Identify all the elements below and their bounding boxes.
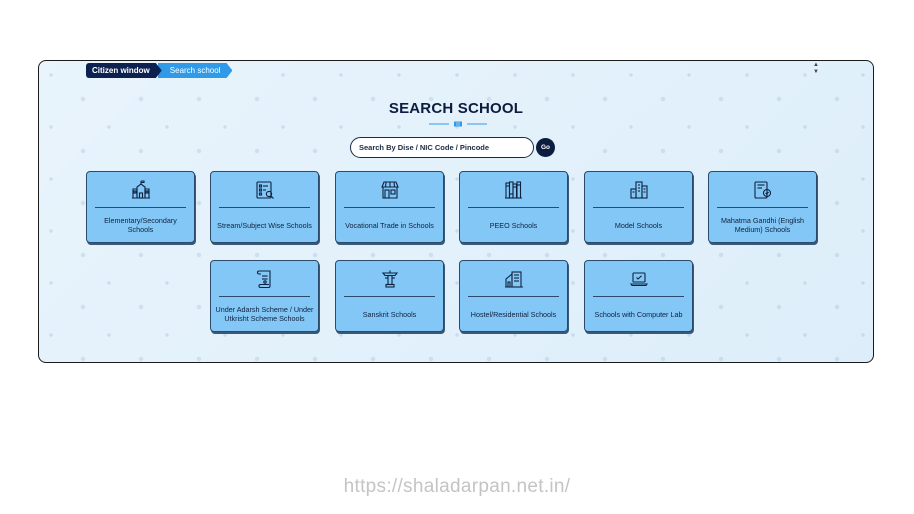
- card-divider: [468, 207, 559, 208]
- list-search-icon: [211, 180, 318, 200]
- scroll-control[interactable]: ▲ ▼: [813, 62, 819, 76]
- card-label: Vocational Trade in Schools: [345, 220, 434, 230]
- shop-icon: [336, 180, 443, 200]
- card-label: Mahatma Gandhi (English Medium) Schools: [720, 216, 805, 234]
- scroll-down-icon[interactable]: ▼: [813, 69, 819, 76]
- card-divider: [468, 296, 559, 297]
- card-divider: [344, 207, 435, 208]
- card-label: Schools with Computer Lab: [594, 309, 683, 319]
- card-label: Under Adarsh Scheme / Under Utkrisht Sch…: [215, 305, 314, 323]
- card-peeo-schools[interactable]: PEEO Schools: [459, 171, 568, 243]
- card-stream-subject-wise-schools[interactable]: Stream/Subject Wise Schools: [210, 171, 319, 243]
- card-vocational-trade-schools[interactable]: Vocational Trade in Schools: [335, 171, 444, 243]
- card-label: PEEO Schools: [489, 220, 538, 230]
- search-input[interactable]: [350, 137, 534, 158]
- card-elementary-secondary-schools[interactable]: Elementary/Secondary Schools: [86, 171, 195, 243]
- go-button[interactable]: Go: [536, 138, 555, 157]
- card-schools-with-computer-lab[interactable]: Schools with Computer Lab: [584, 260, 693, 332]
- hostel-building-icon: [460, 269, 567, 289]
- card-divider: [717, 207, 808, 208]
- card-sanskrit-schools[interactable]: Sanskrit Schools: [335, 260, 444, 332]
- card-divider: [95, 207, 186, 208]
- title-divider-icon: [429, 121, 487, 127]
- city-buildings-icon: [585, 180, 692, 200]
- card-divider: [219, 296, 310, 297]
- card-label: Elementary/Secondary Schools: [104, 216, 177, 234]
- card-label: Model Schools: [614, 220, 663, 230]
- footer-url: https://shaladarpan.net.in/: [343, 476, 571, 497]
- scroll-up-icon[interactable]: ▲: [813, 62, 819, 69]
- school-building-icon: [87, 180, 194, 200]
- card-adarsh-utkrisht-scheme-schools[interactable]: Under Adarsh Scheme / Under Utkrisht Sch…: [210, 260, 319, 332]
- search-bar: Go: [350, 137, 555, 158]
- card-divider: [344, 296, 435, 297]
- card-mahatma-gandhi-english-medium-schools[interactable]: Mahatma Gandhi (English Medium) Schools: [708, 171, 817, 243]
- card-divider: [593, 296, 684, 297]
- card-label: Stream/Subject Wise Schools: [217, 220, 312, 230]
- card-divider: [593, 207, 684, 208]
- books-icon: [460, 180, 567, 200]
- card-label: Hostel/Residential Schools: [470, 309, 557, 319]
- breadcrumb: Citizen window Search school: [86, 63, 232, 78]
- certificate-badge-icon: [709, 180, 816, 200]
- breadcrumb-search-school[interactable]: Search school: [158, 63, 233, 78]
- page-title: SEARCH SCHOOL: [388, 100, 524, 117]
- card-hostel-residential-schools[interactable]: Hostel/Residential Schools: [459, 260, 568, 332]
- card-label: Sanskrit Schools: [362, 309, 417, 319]
- card-divider: [219, 207, 310, 208]
- laptop-icon: [585, 269, 692, 289]
- scroll-document-icon: [211, 269, 318, 289]
- card-model-schools[interactable]: Model Schools: [584, 171, 693, 243]
- pillar-monument-icon: [336, 269, 443, 289]
- search-school-panel: Citizen window Search school ▲ ▼ SEARCH …: [38, 60, 874, 363]
- breadcrumb-citizen-window[interactable]: Citizen window: [86, 63, 162, 78]
